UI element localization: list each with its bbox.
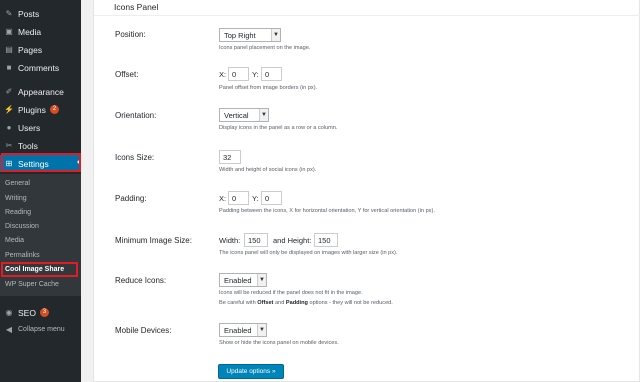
reduce-icons-value: Enabled — [224, 275, 252, 285]
offset-y-input[interactable]: 0 — [261, 67, 282, 81]
reduce-icons-select[interactable]: Enabled ▼ — [219, 273, 267, 287]
mobile-devices-select[interactable]: Enabled ▼ — [219, 323, 267, 337]
padding-y-input[interactable]: 0 — [261, 191, 282, 205]
min-height-input[interactable]: 150 — [314, 233, 338, 247]
warning-text: and — [273, 300, 286, 306]
submenu-item-general[interactable]: General — [5, 180, 30, 187]
seo-count-badge: 3 — [39, 308, 49, 317]
users-icon: ● — [6, 123, 12, 132]
settings-submenu: General Writing Reading Discussion Media… — [0, 174, 81, 296]
padding-x-label: X: — [219, 194, 227, 203]
offset-x-input[interactable]: 0 — [228, 67, 249, 81]
mobile-devices-value: Enabled — [224, 325, 252, 335]
menu-item-posts[interactable]: ✎ Posts — [0, 5, 81, 22]
menu-item-comments[interactable]: ■ Comments — [0, 59, 81, 76]
chevron-down-icon: ▼ — [259, 109, 268, 121]
submenu-item-permalinks[interactable]: Permalinks — [5, 252, 40, 259]
icons-size-description: Width and height of social icons (in px)… — [219, 167, 317, 173]
pushpin-icon: ✎ — [5, 9, 13, 18]
icons-size-input[interactable]: 32 — [219, 150, 241, 164]
collapse-menu-button[interactable]: ◀ Collapse menu — [0, 321, 81, 338]
menu-item-pages[interactable]: ▤ Pages — [0, 41, 81, 58]
orientation-select[interactable]: Vertical ▼ — [219, 108, 269, 122]
chevron-down-icon: ▼ — [271, 29, 280, 41]
pages-icon: ▤ — [5, 45, 13, 54]
submenu-item-writing[interactable]: Writing — [5, 195, 27, 202]
offset-description: Panel offset from image borders (in px). — [219, 85, 318, 91]
position-label: Position: — [115, 30, 146, 39]
menu-item-appearance[interactable]: ✐ Appearance — [0, 83, 81, 100]
paintbrush-icon: ✐ — [5, 87, 13, 96]
menu-item-tools[interactable]: ✂ Tools — [0, 137, 81, 154]
min-height-label: and Height: — [273, 236, 312, 245]
menu-label: Tools — [18, 140, 38, 151]
seo-icon: ◉ — [5, 308, 13, 317]
offset-label: Offset: — [115, 70, 139, 79]
min-width-input[interactable]: 150 — [244, 233, 268, 247]
main-content: Icons Panel Position: Top Right ▼ Icons … — [81, 0, 640, 382]
icons-panel-settings: Icons Panel Position: Top Right ▼ Icons … — [93, 0, 640, 382]
position-description: Icons panel placement on the image. — [219, 45, 311, 51]
settings-icon: ⊞ — [5, 159, 13, 168]
submenu-item-media[interactable]: Media — [5, 237, 24, 244]
padding-description: Padding between the icons, X for horizon… — [219, 208, 435, 214]
warning-padding: Padding — [285, 300, 308, 306]
padding-x-input[interactable]: 0 — [228, 191, 249, 205]
min-image-size-description: The icons panel will only be displayed o… — [219, 250, 398, 256]
submenu-item-wp-super-cache[interactable]: WP Super Cache — [5, 281, 59, 288]
admin-sidebar: ✎ Posts ▣ Media ▤ Pages ■ Comments ✐ App… — [0, 0, 81, 382]
collapse-arrow-icon: ◀ — [5, 325, 13, 334]
orientation-value: Vertical — [224, 110, 249, 120]
menu-item-plugins[interactable]: ⚡ Plugins 2 — [0, 101, 81, 118]
warning-text: options - they will not be reduced. — [307, 300, 393, 306]
update-count-badge: 2 — [49, 105, 59, 114]
panel-title: Icons Panel — [114, 2, 159, 12]
menu-item-media[interactable]: ▣ Media — [0, 23, 81, 40]
menu-label: Pages — [18, 44, 43, 55]
menu-label: Posts — [18, 8, 40, 19]
menu-label: Media — [18, 26, 42, 37]
submenu-item-reading[interactable]: Reading — [5, 209, 31, 216]
media-icon: ▣ — [5, 27, 13, 36]
position-value: Top Right — [224, 30, 256, 40]
reduce-icons-warning: Be careful with Offset and Padding optio… — [219, 300, 393, 306]
wrench-icon: ✂ — [5, 141, 13, 150]
menu-item-seo[interactable]: ◉ SEO 3 — [0, 304, 81, 321]
offset-x-label: X: — [219, 70, 227, 79]
menu-item-users[interactable]: ● Users — [0, 119, 81, 136]
reduce-icons-label: Reduce Icons: — [115, 276, 167, 285]
submenu-item-discussion[interactable]: Discussion — [5, 223, 39, 230]
comments-icon: ■ — [6, 63, 12, 72]
mobile-devices-label: Mobile Devices: — [115, 326, 172, 335]
submenu-item-cool-image-share[interactable]: Cool Image Share — [5, 266, 64, 273]
menu-label: Settings — [18, 158, 49, 169]
menu-label: Comments — [18, 62, 60, 73]
padding-y-label: Y: — [252, 194, 259, 203]
plugin-icon: ⚡ — [4, 105, 14, 114]
warning-offset: Offset — [257, 300, 274, 306]
mobile-devices-description: Show or hide the icons panel on mobile d… — [219, 340, 339, 346]
min-width-label: Width: — [219, 236, 241, 245]
offset-y-label: Y: — [252, 70, 259, 79]
menu-label: Users — [18, 122, 41, 133]
divider — [94, 15, 640, 16]
menu-item-settings[interactable]: ⊞ Settings — [0, 155, 81, 172]
padding-label: Padding: — [115, 194, 147, 203]
position-select[interactable]: Top Right ▼ — [219, 28, 281, 42]
chevron-down-icon: ▼ — [257, 324, 266, 336]
chevron-down-icon: ▼ — [257, 274, 266, 286]
orientation-label: Orientation: — [115, 111, 157, 120]
icons-size-label: Icons Size: — [115, 153, 155, 162]
min-image-size-label: Minimum Image Size: — [115, 236, 192, 245]
menu-label: Appearance — [18, 86, 64, 97]
reduce-icons-description: Icons will be reduced if the panel does … — [219, 290, 363, 296]
menu-label: Collapse menu — [18, 326, 65, 333]
warning-text: Be careful with — [219, 300, 258, 306]
update-options-button[interactable]: Update options » — [218, 364, 284, 379]
orientation-description: Display icons in the panel as a row or a… — [219, 125, 338, 131]
menu-label: SEO — [18, 307, 36, 318]
menu-label: Plugins — [18, 104, 46, 115]
